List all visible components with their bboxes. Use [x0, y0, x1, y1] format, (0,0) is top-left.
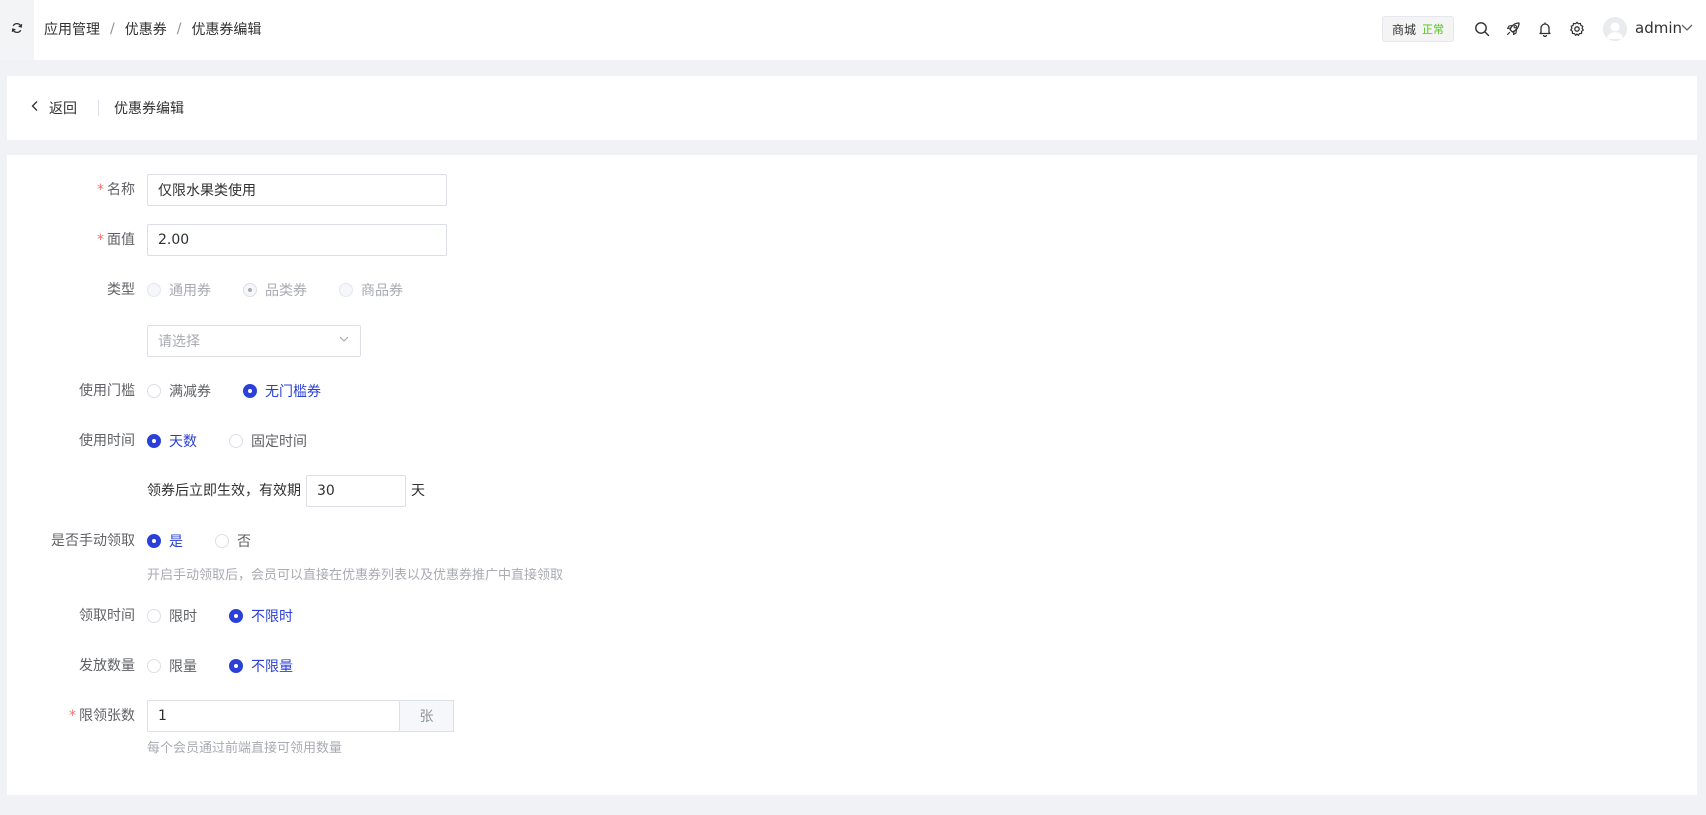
claim-time-radio-group: 限时 不限时: [147, 606, 293, 626]
user-name[interactable]: admin: [1635, 19, 1682, 37]
category-select-placeholder: 请选择: [158, 334, 200, 350]
issue-quantity-label: 发放数量: [79, 658, 135, 674]
page-title: 优惠券编辑: [114, 101, 184, 117]
back-button[interactable]: 返回: [29, 76, 77, 140]
radio-dot: [243, 384, 257, 398]
limit-per-member-label: * 限领张数: [69, 708, 135, 724]
type-radio-group: 通用券 品类券 商品券: [147, 280, 403, 300]
required-mark: *: [97, 232, 104, 248]
radio-dot: [147, 434, 161, 448]
category-select[interactable]: 请选择: [147, 325, 361, 357]
gear-icon[interactable]: [1565, 17, 1589, 41]
coupon-name-input[interactable]: [147, 174, 447, 206]
claim-time-label: 领取时间: [79, 608, 135, 624]
face-value-input[interactable]: [147, 224, 447, 256]
breadcrumb-coupon-edit: 优惠券编辑: [191, 22, 262, 38]
required-mark: *: [97, 182, 104, 198]
page-header: 返回 优惠券编辑: [7, 76, 1697, 140]
back-label: 返回: [49, 101, 77, 117]
breadcrumb-separator: /: [110, 21, 115, 37]
chevron-left-icon: [29, 100, 41, 116]
top-bar: 应用管理 / 优惠券 / 优惠券编辑 商城 正常 admin: [0, 0, 1706, 60]
radio-dot: [147, 534, 161, 548]
chevron-down-icon: [338, 333, 350, 349]
shop-status: 正常: [1422, 23, 1445, 36]
breadcrumb-app-management[interactable]: 应用管理: [44, 19, 100, 39]
required-mark: *: [69, 708, 76, 724]
face-value-label: * 面值: [97, 232, 135, 248]
radio-time-unlimited[interactable]: 不限时: [229, 606, 293, 626]
radio-quantity-unlimited[interactable]: 不限量: [229, 656, 293, 676]
radio-dot: [147, 283, 161, 297]
manual-claim-label: 是否手动领取: [51, 533, 135, 549]
radio-dot: [147, 384, 161, 398]
use-time-radio-group: 天数 固定时间: [147, 431, 307, 451]
refresh-icon: [11, 22, 23, 38]
radio-quantity-limited[interactable]: 限量: [147, 656, 197, 676]
radio-dot: [339, 283, 353, 297]
radio-days[interactable]: 天数: [147, 431, 197, 451]
header-divider: [98, 100, 99, 116]
threshold-label: 使用门槛: [79, 383, 135, 399]
issue-quantity-radio-group: 限量 不限量: [147, 656, 293, 676]
radio-time-limited[interactable]: 限时: [147, 606, 197, 626]
refresh-button[interactable]: [0, 0, 34, 60]
radio-full-reduction[interactable]: 满减券: [147, 381, 211, 401]
type-label: 类型: [107, 282, 135, 298]
limit-unit-addon: 张: [400, 700, 454, 732]
radio-no-threshold[interactable]: 无门槛券: [243, 381, 321, 401]
limit-per-member-input[interactable]: [147, 700, 400, 732]
validity-prefix: 领券后立即生效，有效期: [147, 483, 301, 499]
search-icon[interactable]: [1470, 17, 1494, 41]
chevron-down-icon[interactable]: [1679, 19, 1695, 35]
validity-days-input[interactable]: [306, 475, 406, 507]
radio-dot: [229, 659, 243, 673]
threshold-radio-group: 满减券 无门槛券: [147, 381, 321, 401]
manual-claim-hint: 开启手动领取后，会员可以直接在优惠券列表以及优惠券推广中直接领取: [147, 568, 564, 583]
shop-label: 商城: [1392, 22, 1417, 37]
radio-dot: [243, 283, 257, 297]
bell-icon[interactable]: [1533, 17, 1557, 41]
breadcrumb: 应用管理 / 优惠券 / 优惠券编辑: [44, 0, 261, 58]
radio-product-coupon[interactable]: 商品券: [339, 280, 403, 300]
name-label: * 名称: [97, 182, 135, 198]
avatar[interactable]: [1603, 17, 1627, 41]
radio-fixed-time[interactable]: 固定时间: [229, 431, 307, 451]
coupon-edit-form: *名称 *面值 类型 通用券 品类券 商品券 请选择 使用门槛: [7, 155, 1697, 795]
radio-general-coupon[interactable]: 通用券: [147, 280, 211, 300]
shop-status-badge[interactable]: 商城 正常: [1382, 16, 1455, 42]
limit-per-member-hint: 每个会员通过前端直接可领用数量: [147, 741, 343, 756]
breadcrumb-coupon[interactable]: 优惠券: [125, 19, 167, 39]
radio-manual-no[interactable]: 否: [215, 531, 251, 551]
radio-dot: [229, 609, 243, 623]
rocket-icon[interactable]: [1501, 17, 1525, 41]
radio-category-coupon[interactable]: 品类券: [243, 280, 307, 300]
radio-dot: [147, 659, 161, 673]
breadcrumb-separator: /: [176, 21, 182, 37]
use-time-label: 使用时间: [79, 433, 135, 449]
validity-suffix: 天: [411, 483, 425, 499]
radio-dot: [215, 534, 229, 548]
radio-manual-yes[interactable]: 是: [147, 531, 183, 551]
radio-dot: [229, 434, 243, 448]
radio-dot: [147, 609, 161, 623]
manual-claim-radio-group: 是 否: [147, 531, 251, 551]
